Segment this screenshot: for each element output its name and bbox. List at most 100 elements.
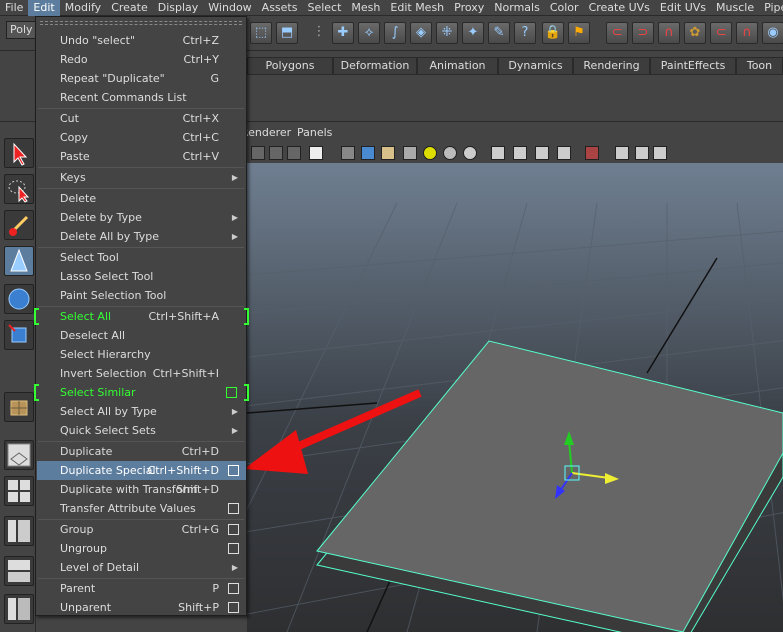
menu-edit[interactable]: Edit <box>28 0 60 16</box>
shelf-tab-rendering[interactable]: Rendering <box>573 57 650 75</box>
lock-icon[interactable]: 🔒 <box>542 22 564 44</box>
scale-tool-icon[interactable] <box>4 320 34 350</box>
snap-curve-icon[interactable]: ⟡ <box>358 22 380 44</box>
graph-layout-icon[interactable] <box>4 556 34 586</box>
menu-item-transfer-attribute-values[interactable]: Transfer Attribute Values <box>37 499 246 518</box>
xray-joints-icon[interactable] <box>513 146 527 160</box>
panel-menu-renderer[interactable]: Renderer <box>241 126 291 139</box>
option-box-icon[interactable] <box>228 602 239 613</box>
menu-item-repeat[interactable]: Repeat "Duplicate" G <box>37 69 246 88</box>
paint-selection-icon[interactable]: ✎ <box>488 22 510 44</box>
option-box-icon[interactable] <box>228 524 239 535</box>
smooth-icon[interactable] <box>557 146 571 160</box>
option-box-icon[interactable] <box>228 503 239 514</box>
ipr-render-icon[interactable]: ⊂ <box>710 22 732 44</box>
menu-item-lasso-select-tool[interactable]: Lasso Select Tool <box>37 267 246 286</box>
cube-shaded-icon[interactable] <box>361 146 375 160</box>
cube-textured-icon[interactable] <box>381 146 395 160</box>
menu-proxy[interactable]: Proxy <box>449 0 489 16</box>
shelf-tab-polygons[interactable]: Polygons <box>247 57 333 75</box>
move-tool-icon[interactable] <box>4 246 34 276</box>
menu-pipe[interactable]: Pipe <box>759 0 783 16</box>
construction-icon[interactable]: ∩ <box>658 22 680 44</box>
lasso-tool-icon[interactable] <box>4 174 34 204</box>
textured-icon[interactable] <box>287 146 301 160</box>
menu-item-group[interactable]: Group Ctrl+G <box>37 520 246 539</box>
magnet-icon[interactable]: ⊂ <box>606 22 628 44</box>
shelf-tab-dynamics[interactable]: Dynamics <box>498 57 573 75</box>
menu-muscle[interactable]: Muscle <box>711 0 759 16</box>
menu-item-paste[interactable]: Paste Ctrl+V <box>37 147 246 166</box>
menu-item-recent-commands[interactable]: Recent Commands List <box>37 88 246 107</box>
menu-select[interactable]: Select <box>302 0 346 16</box>
make-live-icon[interactable]: ⁜ <box>436 22 458 44</box>
menu-item-deselect-all[interactable]: Deselect All <box>37 326 246 345</box>
menu-color[interactable]: Color <box>545 0 584 16</box>
hypershade-layout-icon[interactable] <box>4 594 34 624</box>
menu-item-delete-by-type[interactable]: Delete by Type ▶ <box>37 208 246 227</box>
menu-item-duplicate-special[interactable]: Duplicate Special Ctrl+Shift+D <box>37 461 246 480</box>
menu-create-uvs[interactable]: Create UVs <box>584 0 655 16</box>
snap-object-icon[interactable]: ✦ <box>462 22 484 44</box>
shelf-tab-deformation[interactable]: Deformation <box>333 57 417 75</box>
menu-item-delete[interactable]: Delete <box>37 189 246 208</box>
menu-item-select-similar[interactable]: Select Similar <box>34 383 249 402</box>
option-box-icon[interactable] <box>228 465 239 476</box>
shadows-icon[interactable] <box>463 146 477 160</box>
menu-item-unparent[interactable]: Unparent Shift+P <box>37 598 246 617</box>
menu-item-delete-all-by-type[interactable]: Delete All by Type ▶ <box>37 227 246 246</box>
menu-assets[interactable]: Assets <box>257 0 303 16</box>
menu-item-undo[interactable]: Undo "select" Ctrl+Z <box>37 31 246 50</box>
shelf-tab-animation[interactable]: Animation <box>417 57 498 75</box>
render-settings-icon[interactable]: ∩ <box>736 22 758 44</box>
menu-normals[interactable]: Normals <box>489 0 545 16</box>
help-icon[interactable]: ? <box>514 22 536 44</box>
option-box-icon[interactable] <box>226 387 237 398</box>
select-tool-icon[interactable] <box>4 138 34 168</box>
film-gate-icon[interactable] <box>635 146 649 160</box>
select-by-object-icon[interactable]: ⬒ <box>276 22 298 44</box>
menu-item-select-all[interactable]: Select All Ctrl+Shift+A <box>34 307 249 326</box>
shaded-icon[interactable] <box>269 146 283 160</box>
menu-item-copy[interactable]: Copy Ctrl+C <box>37 128 246 147</box>
menu-edit-mesh[interactable]: Edit Mesh <box>385 0 449 16</box>
isolate-icon[interactable] <box>535 146 549 160</box>
render-frame-icon[interactable]: ✿ <box>684 22 706 44</box>
menu-item-redo[interactable]: Redo Ctrl+Y <box>37 50 246 69</box>
menu-item-select-all-by-type[interactable]: Select All by Type ▶ <box>37 402 246 421</box>
panel-menu-panels[interactable]: Panels <box>297 126 332 139</box>
snap-view-plane-icon[interactable]: ◈ <box>410 22 432 44</box>
texture-icon[interactable] <box>309 146 323 160</box>
menu-item-cut[interactable]: Cut Ctrl+X <box>37 109 246 128</box>
shelf-tab-toon[interactable]: Toon <box>736 57 783 75</box>
menu-file[interactable]: File <box>0 0 28 16</box>
menu-item-duplicate-with-transform[interactable]: Duplicate with Transform Shift+D <box>37 480 246 499</box>
history-icon[interactable]: ⊃ <box>632 22 654 44</box>
select-by-hierarchy-icon[interactable]: ⬚ <box>250 22 272 44</box>
wireframe-icon[interactable] <box>251 146 265 160</box>
menu-item-select-tool[interactable]: Select Tool <box>37 248 246 267</box>
menu-item-paint-selection-tool[interactable]: Paint Selection Tool <box>37 286 246 305</box>
option-box-icon[interactable] <box>228 583 239 594</box>
xray-icon[interactable] <box>491 146 505 160</box>
option-box-icon[interactable] <box>228 543 239 554</box>
menu-create[interactable]: Create <box>106 0 153 16</box>
menu-display[interactable]: Display <box>153 0 204 16</box>
four-view-layout-icon[interactable] <box>4 476 34 506</box>
menu-item-quick-select-sets[interactable]: Quick Select Sets ▶ <box>37 421 246 440</box>
menu-edit-uvs[interactable]: Edit UVs <box>655 0 711 16</box>
menu-mesh[interactable]: Mesh <box>346 0 385 16</box>
shelf-tab-painteffects[interactable]: PaintEffects <box>650 57 736 75</box>
menu-modify[interactable]: Modify <box>60 0 106 16</box>
snap-point-icon[interactable]: ∫ <box>384 22 406 44</box>
all-lights-icon[interactable] <box>443 146 457 160</box>
paint-select-tool-icon[interactable] <box>4 210 34 240</box>
menu-window[interactable]: Window <box>203 0 256 16</box>
menu-item-duplicate[interactable]: Duplicate Ctrl+D <box>37 442 246 461</box>
cube-wire-icon[interactable] <box>341 146 355 160</box>
menu-item-level-of-detail[interactable]: Level of Detail ▶ <box>37 558 246 577</box>
tear-off-line[interactable] <box>40 21 242 25</box>
rotate-tool-icon[interactable] <box>4 284 34 314</box>
snap-grid-icon[interactable]: ✚ <box>332 22 354 44</box>
menu-item-invert-selection[interactable]: Invert Selection Ctrl+Shift+I <box>37 364 246 383</box>
